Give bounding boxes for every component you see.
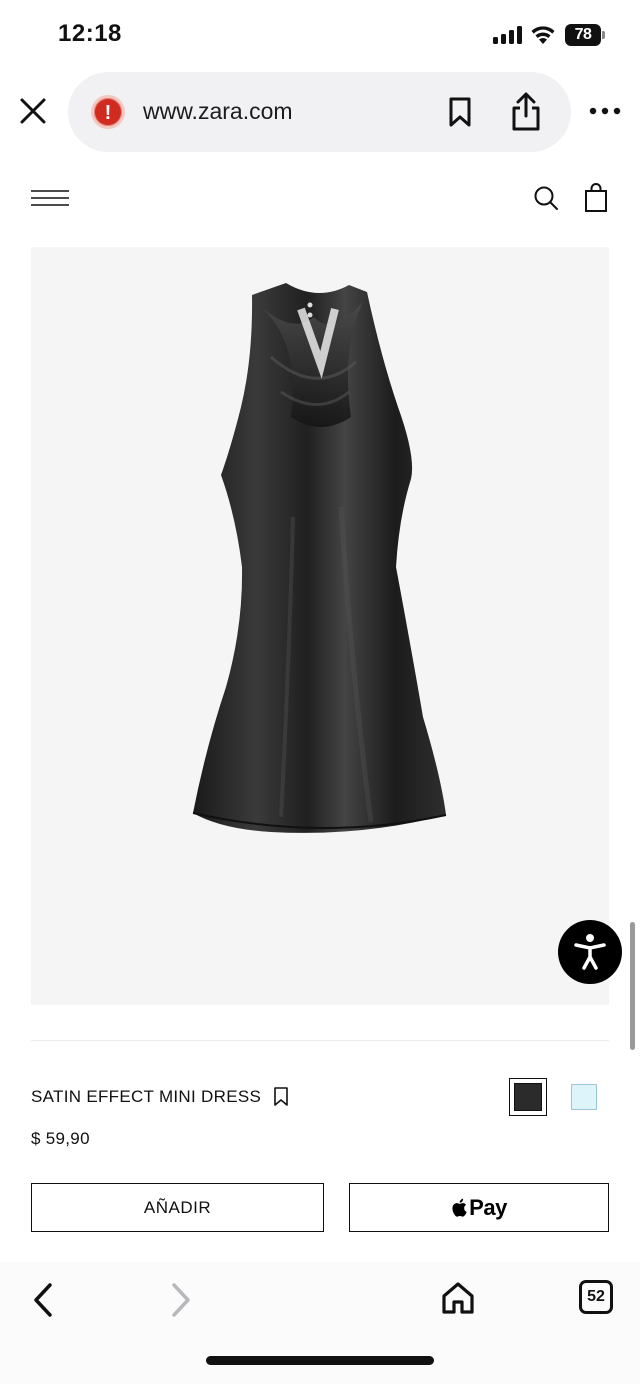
divider — [31, 1040, 609, 1041]
accessibility-icon — [574, 934, 606, 970]
product-image[interactable] — [31, 247, 609, 1005]
apple-pay-label: Pay — [469, 1194, 507, 1220]
product-price: $ 59,90 — [31, 1129, 90, 1148]
accessibility-button[interactable] — [558, 920, 622, 984]
status-bar: 12:18 78 — [0, 0, 640, 70]
more-icon[interactable] — [588, 100, 622, 122]
share-icon[interactable] — [508, 92, 544, 132]
apple-icon — [452, 1198, 467, 1217]
battery-level: 78 — [574, 26, 592, 43]
address-bar[interactable]: ! www.zara.com — [68, 72, 571, 152]
shopping-bag-icon[interactable] — [583, 183, 609, 213]
home-indicator — [206, 1356, 434, 1365]
home-icon[interactable] — [440, 1280, 476, 1316]
back-icon[interactable] — [30, 1282, 58, 1318]
close-icon[interactable] — [18, 96, 48, 126]
wifi-icon — [531, 26, 555, 44]
tabs-icon[interactable]: 52 — [579, 1280, 613, 1314]
dress-illustration — [192, 283, 447, 833]
bookmark-icon[interactable] — [446, 96, 474, 128]
url-text[interactable]: www.zara.com — [143, 98, 293, 125]
product-name: SATIN EFFECT MINI DRESS — [31, 1087, 262, 1106]
save-bookmark-icon[interactable] — [272, 1086, 290, 1108]
color-swatch-black[interactable] — [509, 1078, 547, 1116]
alert-symbol: ! — [104, 102, 112, 124]
tabs-count: 52 — [587, 1288, 605, 1305]
apple-pay-button[interactable]: Pay — [349, 1183, 609, 1232]
search-icon[interactable] — [532, 184, 560, 212]
browser-toolbar: 52 — [0, 1262, 640, 1384]
add-to-cart-button[interactable]: AÑADIR — [31, 1183, 324, 1232]
status-time: 12:18 — [58, 20, 122, 47]
signal-icon — [493, 26, 523, 44]
menu-icon[interactable] — [30, 188, 70, 208]
battery-icon: 78 — [565, 24, 605, 46]
scrollbar[interactable] — [630, 922, 635, 1050]
forward-icon[interactable] — [166, 1282, 194, 1318]
color-swatch-light-blue[interactable] — [571, 1084, 597, 1110]
alert-icon[interactable]: ! — [91, 95, 125, 129]
